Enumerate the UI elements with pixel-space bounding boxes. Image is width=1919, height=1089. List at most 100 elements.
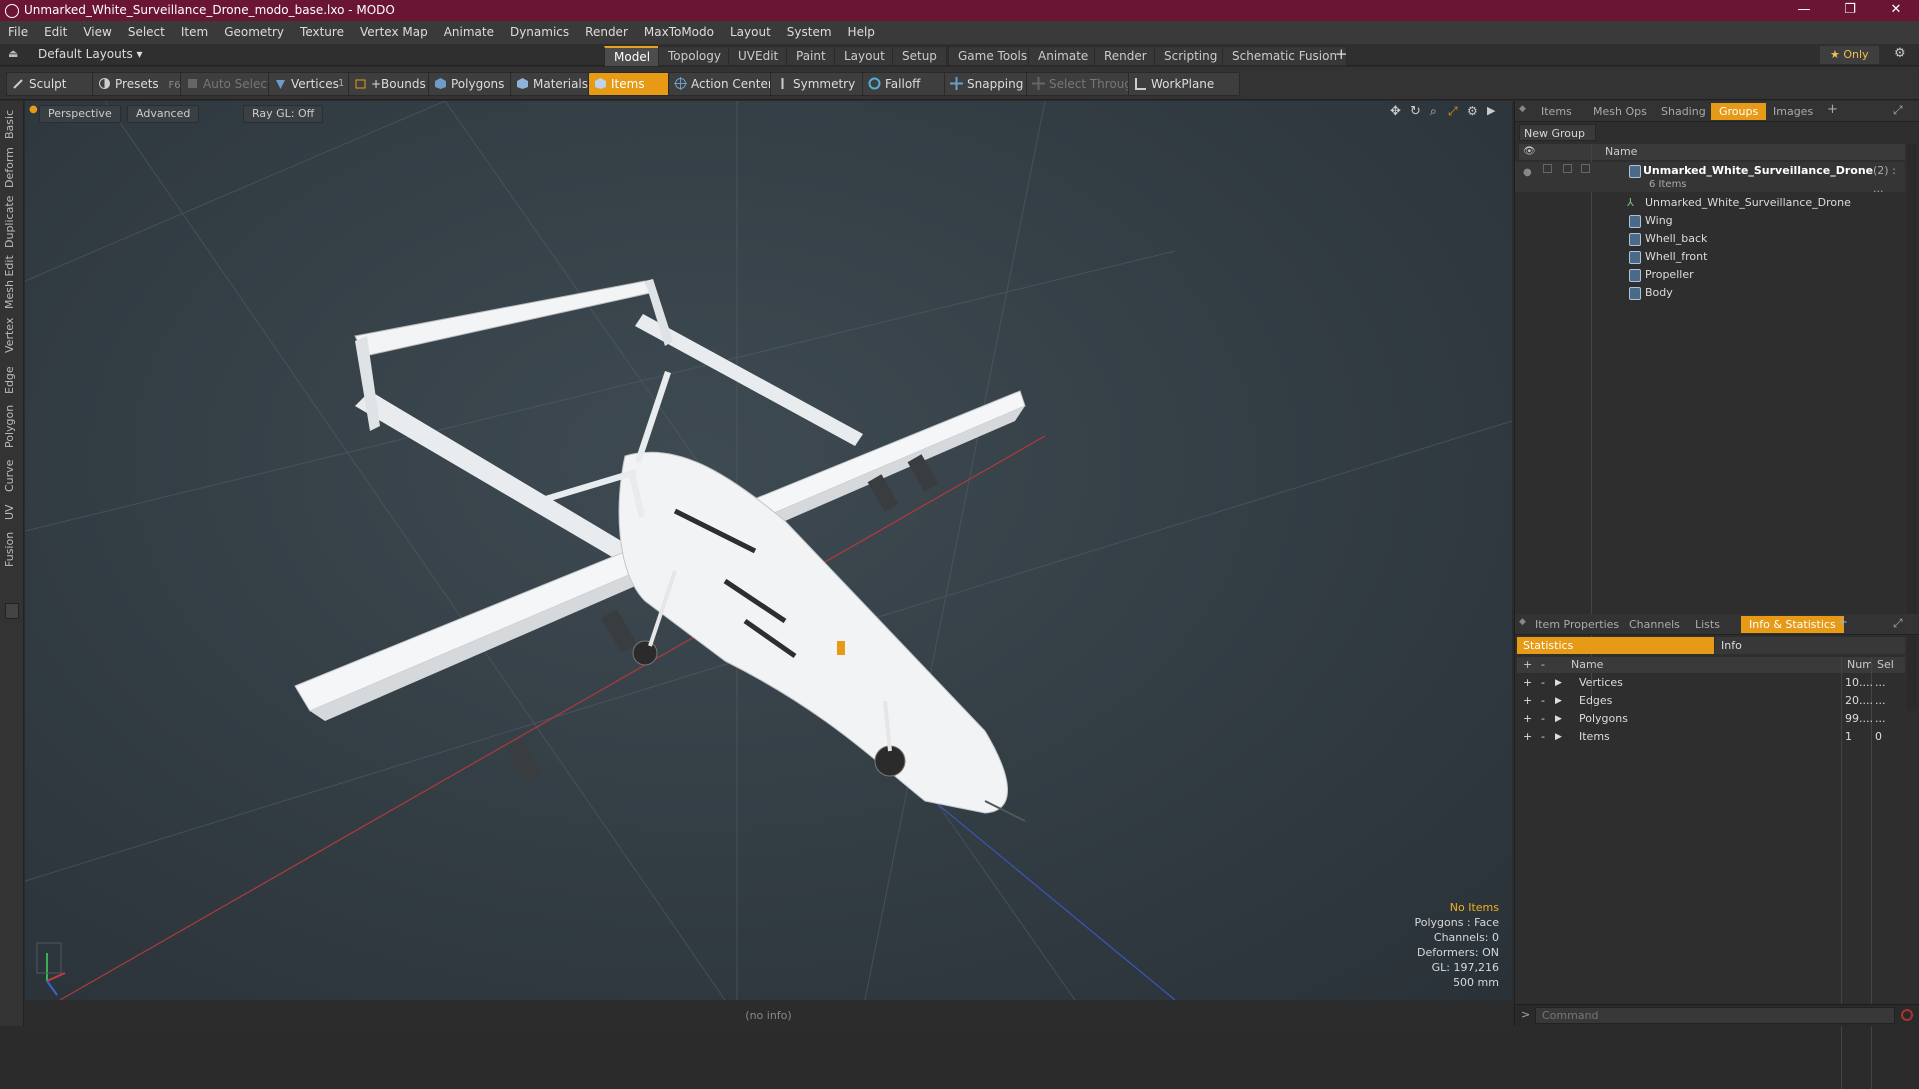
tab-paint[interactable]: Paint	[786, 46, 836, 66]
tree-item-locator[interactable]: ⅄ Unmarked_White_Surveillance_Drone	[1515, 194, 1905, 212]
group-select-toggle[interactable]	[1563, 164, 1572, 173]
tab-groups[interactable]: Groups	[1711, 103, 1767, 120]
tree-item-whell-back[interactable]: Whell_back	[1515, 230, 1905, 248]
stats-row-polygons[interactable]: + - ▶ Polygons 99.... ...	[1515, 710, 1905, 728]
advanced-button[interactable]: Advanced	[127, 105, 200, 123]
tree-item-propeller[interactable]: Propeller	[1515, 266, 1905, 284]
fit-icon[interactable]: ⤢	[1448, 104, 1458, 119]
3d-viewport[interactable]: ● Perspective Advanced Ray GL: Off ✥ ↻ ⌕…	[25, 101, 1512, 1000]
tab-render[interactable]: Render	[1094, 46, 1157, 66]
menu-layout[interactable]: Layout	[722, 21, 779, 44]
menu-edit[interactable]: Edit	[36, 21, 75, 44]
menu-geometry[interactable]: Geometry	[216, 21, 292, 44]
vtab-curve[interactable]: Curve	[3, 457, 21, 495]
add-panel-tab-icon[interactable]: +	[1837, 615, 1848, 630]
tab-item-properties[interactable]: Item Properties	[1527, 616, 1627, 633]
menu-texture[interactable]: Texture	[292, 21, 352, 44]
group-row[interactable]: ● Unmarked_White_Surveillance_Drone (2) …	[1515, 162, 1905, 195]
groups-name-header: Name	[1605, 145, 1638, 158]
tab-game-tools[interactable]: Game Tools	[948, 46, 1038, 66]
panel-menu-icon[interactable]: ◆	[1519, 104, 1526, 114]
command-input[interactable]	[1535, 1007, 1895, 1024]
menu-select[interactable]: Select	[120, 21, 173, 44]
pan-icon[interactable]: ✥	[1390, 104, 1401, 119]
tree-item-whell-front[interactable]: Whell_front	[1515, 248, 1905, 266]
panel-expand-icon[interactable]: ⤢	[1893, 103, 1903, 118]
tab-mesh-ops[interactable]: Mesh Ops	[1585, 103, 1655, 120]
add-tab-icon[interactable]: +	[1335, 45, 1348, 63]
menu-item[interactable]: Item	[173, 21, 216, 44]
perspective-button[interactable]: Perspective	[39, 105, 121, 123]
menu-render[interactable]: Render	[577, 21, 636, 44]
settings-gear-icon[interactable]: ⚙	[1894, 46, 1906, 61]
viewport-gear-icon[interactable]: ⚙	[1467, 104, 1478, 118]
tree-item-wing[interactable]: Wing	[1515, 212, 1905, 230]
maximize-button[interactable]: ❐	[1827, 0, 1873, 21]
tab-animate[interactable]: Animate	[1028, 46, 1099, 66]
menu-dynamics[interactable]: Dynamics	[502, 21, 577, 44]
presets-shortcut: F6	[168, 80, 181, 91]
statistics-subtab[interactable]: Statistics	[1517, 637, 1714, 654]
menu-help[interactable]: Help	[840, 21, 883, 44]
stats-row-vertices[interactable]: + - ▶ Vertices 10.... ...	[1515, 674, 1905, 692]
vtab-basic[interactable]: Basic	[3, 107, 21, 141]
tab-topology[interactable]: Topology	[658, 46, 731, 66]
menu-vertex-map[interactable]: Vertex Map	[352, 21, 436, 44]
tab-images[interactable]: Images	[1765, 103, 1821, 120]
drone-model[interactable]	[294, 279, 1026, 822]
menu-maxtomodo[interactable]: MaxToModo	[636, 21, 722, 44]
collapse-all-icon[interactable]: -	[1541, 657, 1545, 673]
viewport-menu-icon[interactable]: ●	[29, 104, 38, 115]
add-panel-tab-icon[interactable]: +	[1827, 102, 1838, 117]
info-subtab[interactable]: Info	[1715, 637, 1905, 654]
command-record-icon[interactable]	[1901, 1009, 1913, 1021]
vtab-polygon[interactable]: Polygon	[3, 403, 21, 449]
vtab-duplicate[interactable]: Duplicate	[3, 195, 21, 249]
zoom-icon[interactable]: ⌕	[1430, 104, 1437, 119]
vtab-fusion[interactable]: Fusion	[3, 529, 21, 569]
tab-shading[interactable]: Shading	[1653, 103, 1714, 120]
minimize-button[interactable]: —	[1781, 0, 1827, 21]
vtab-mesh-edit[interactable]: Mesh Edit	[3, 255, 21, 309]
close-button[interactable]: ✕	[1873, 0, 1919, 21]
tab-model[interactable]: Model	[604, 46, 661, 67]
group-render-toggle[interactable]	[1581, 164, 1590, 173]
group-visibility-icon[interactable]: ●	[1523, 164, 1532, 182]
tab-items[interactable]: Items	[1533, 103, 1580, 120]
panel-menu-icon[interactable]: ◆	[1519, 617, 1526, 627]
stats-row-items[interactable]: + - ▶ Items 1 0	[1515, 728, 1905, 746]
menu-file[interactable]: File	[0, 21, 36, 44]
layout-menu-icon[interactable]: ⏏	[8, 47, 18, 60]
tab-lists[interactable]: Lists	[1687, 616, 1728, 633]
presets-label: Presets	[115, 77, 159, 91]
tab-uvedit[interactable]: UVEdit	[728, 46, 789, 66]
tree-item-body[interactable]: Body	[1515, 284, 1905, 302]
viewport-more-icon[interactable]: ▶	[1487, 104, 1495, 117]
vtab-vertex[interactable]: Vertex	[3, 315, 21, 355]
tabs-expand-button[interactable]	[5, 603, 19, 619]
vtab-deform[interactable]: Deform	[3, 147, 21, 189]
group-lock-toggle[interactable]	[1543, 164, 1552, 173]
axis-gizmo	[36, 942, 66, 996]
select-through-label: Select Through	[1049, 77, 1140, 91]
raygl-button[interactable]: Ray GL: Off	[243, 105, 324, 123]
vtab-edge[interactable]: Edge	[3, 363, 21, 397]
menu-system[interactable]: System	[779, 21, 840, 44]
tab-layout[interactable]: Layout	[834, 46, 895, 66]
new-group-button[interactable]: New Group	[1519, 124, 1596, 141]
tab-schematic-fusion[interactable]: Schematic Fusion	[1222, 46, 1348, 66]
panel-expand-icon[interactable]: ⤢	[1893, 616, 1903, 631]
rotate-icon[interactable]: ↻	[1410, 104, 1421, 119]
vtab-uv[interactable]: UV	[3, 501, 21, 523]
only-toggle[interactable]: ★ Only	[1820, 46, 1879, 64]
tab-scripting[interactable]: Scripting	[1154, 46, 1228, 66]
tab-setup[interactable]: Setup	[892, 46, 947, 66]
menu-view[interactable]: View	[75, 21, 119, 44]
tab-info-statistics[interactable]: Info & Statistics	[1741, 616, 1844, 633]
expand-all-icon[interactable]: +	[1523, 657, 1532, 673]
workplane-button[interactable]: WorkPlane	[1128, 72, 1240, 96]
layout-selector[interactable]: Default Layouts ▾	[38, 47, 143, 61]
stats-row-edges[interactable]: + - ▶ Edges 20.... ...	[1515, 692, 1905, 710]
menu-animate[interactable]: Animate	[436, 21, 502, 44]
tab-channels[interactable]: Channels	[1621, 616, 1688, 633]
